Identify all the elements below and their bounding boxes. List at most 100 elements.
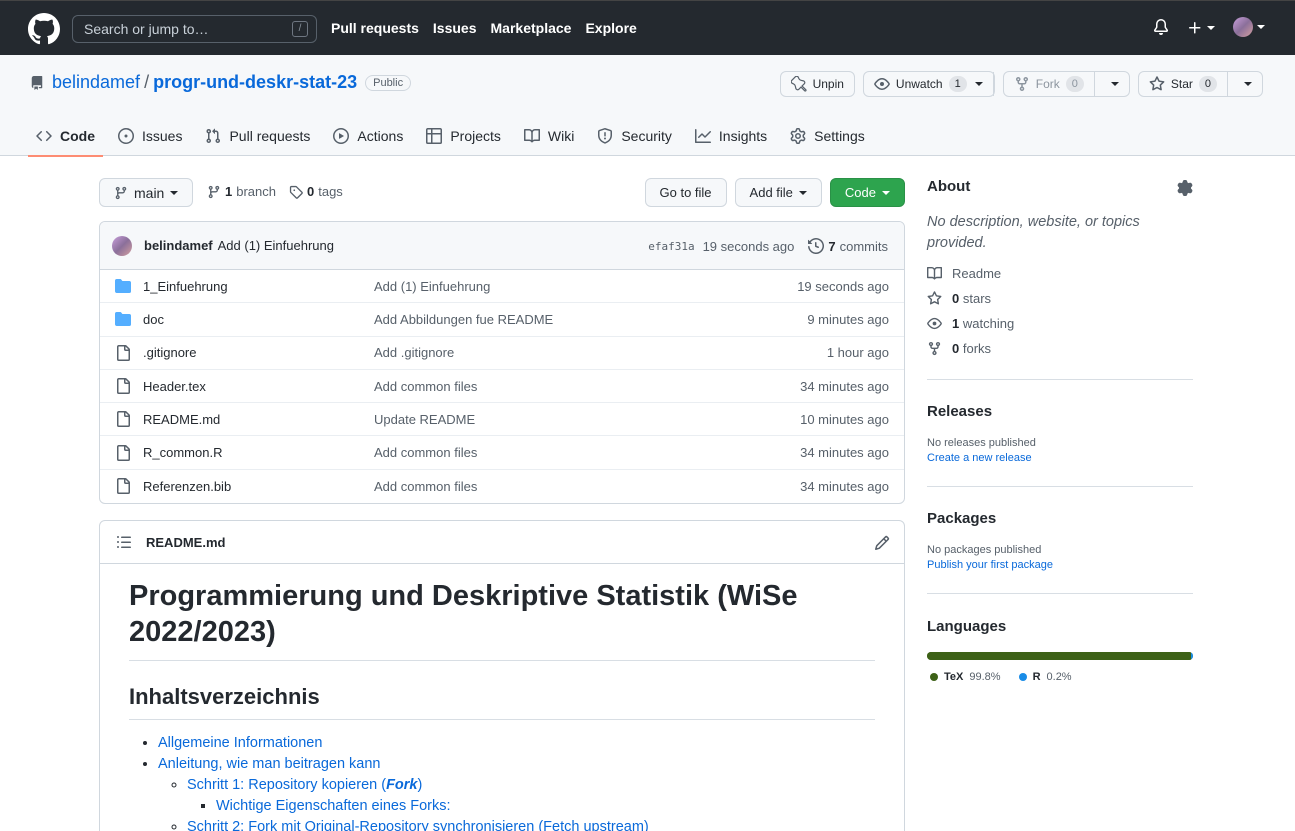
repo-owner-link[interactable]: belindamef (52, 72, 140, 93)
tab-pull-requests[interactable]: Pull requests (197, 115, 318, 156)
file-commit-message[interactable]: Add Abbildungen fue README (374, 312, 553, 327)
global-header: Search or jump to… / Pull requests Issue… (0, 0, 1295, 55)
bell-icon[interactable] (1153, 19, 1169, 35)
file-name[interactable]: README.md (143, 412, 374, 427)
file-age: 34 minutes ago (800, 478, 889, 494)
file-name[interactable]: Referenzen.bib (143, 479, 374, 494)
tab-insights[interactable]: Insights (687, 115, 775, 156)
table-row[interactable]: 1_Einfuehrung Add (1) Einfuehrung 19 secon… (100, 270, 904, 304)
chevron-down-icon (882, 190, 890, 195)
language-color-dot (930, 673, 938, 681)
commit-author[interactable]: belindamef (144, 238, 213, 253)
table-row[interactable]: Header.tex Add common files 34 minutes ago (100, 370, 904, 404)
toc-link[interactable]: Allgemeine Informationen (158, 735, 322, 751)
branches-link[interactable]: 1 branch (207, 184, 276, 199)
tab-wiki[interactable]: Wiki (516, 115, 582, 156)
tab-settings[interactable]: Settings (782, 115, 873, 156)
file-commit-message[interactable]: Add .gitignore (374, 345, 454, 360)
file-commit-message[interactable]: Add common files (374, 379, 477, 394)
toc-link[interactable]: Anleitung, wie man beitragen kann (158, 756, 380, 772)
toc-link[interactable]: Schritt 1: Repository kopieren (Fork) (187, 777, 422, 793)
repo-name-link[interactable]: progr-und-deskr-stat-23 (153, 72, 357, 93)
pencil-icon[interactable] (874, 535, 890, 551)
nav-pull-requests[interactable]: Pull requests (331, 20, 419, 36)
tab-actions[interactable]: Actions (325, 115, 411, 156)
table-row[interactable]: doc Add Abbildungen fue README 9 minutes a… (100, 303, 904, 337)
unpin-button[interactable]: Unpin (779, 71, 855, 97)
file-commit-message[interactable]: Update README (374, 412, 475, 427)
toc-link[interactable]: Wichtige Eigenschaften eines Forks: (216, 798, 451, 814)
file-commit-message[interactable]: Add (1) Einfuehrung (374, 279, 490, 294)
watchers-link[interactable]: 1 watching (927, 316, 1193, 331)
branch-select-button[interactable]: main (99, 178, 194, 207)
nav-marketplace[interactable]: Marketplace (491, 20, 572, 36)
file-commit-message[interactable]: Add common files (374, 479, 477, 494)
stars-link[interactable]: 0 stars (927, 291, 1193, 306)
watch-button[interactable]: Unwatch 1 (862, 71, 995, 97)
releases-title[interactable]: Releases (927, 403, 1193, 420)
file-commit-message[interactable]: Add common files (374, 445, 477, 460)
language-list: TeX 99.8% R 0.2% (927, 668, 1193, 684)
add-file-button[interactable]: Add file (734, 178, 822, 207)
star-button[interactable]: Star 0 (1137, 71, 1263, 97)
file-icon (117, 378, 130, 395)
commit-sha[interactable]: efaf31a (648, 240, 694, 253)
readme-filename[interactable]: README.md (146, 535, 225, 550)
search-input[interactable]: Search or jump to… / (72, 15, 317, 43)
language-bar-segment (927, 652, 1191, 660)
tag-count-label: tags (318, 184, 343, 199)
search-shortcut-key: / (292, 21, 308, 37)
file-name[interactable]: 1_Einfuehrung (143, 279, 374, 294)
file-name[interactable]: doc (143, 312, 374, 327)
table-row[interactable]: .gitignore Add .gitignore 1 hour ago (100, 337, 904, 370)
publish-package-link[interactable]: Publish your first package (927, 559, 1193, 571)
toc-link[interactable]: Schritt 2: Fork mit Original-Repository … (187, 819, 649, 831)
gear-icon[interactable] (1177, 180, 1193, 196)
table-row[interactable]: README.md Update README 10 minutes ago (100, 403, 904, 437)
nav-explore[interactable]: Explore (585, 20, 636, 36)
tab-projects[interactable]: Projects (418, 115, 509, 156)
fork-dropdown[interactable] (1101, 82, 1129, 86)
nav-issues[interactable]: Issues (433, 20, 477, 36)
file-name[interactable]: .gitignore (143, 345, 374, 360)
stars-text: 0 stars (952, 291, 991, 306)
readme-link[interactable]: Readme (927, 266, 1193, 281)
fork-button[interactable]: Fork 0 (1002, 71, 1130, 97)
avatar[interactable] (112, 235, 132, 256)
chevron-down-icon (1257, 25, 1265, 29)
tab-code[interactable]: Code (28, 115, 103, 157)
about-description: No description, website, or topics provi… (927, 214, 1140, 251)
repo-icon (31, 75, 43, 90)
commits-link[interactable]: 7 commits (808, 238, 888, 254)
table-row[interactable]: R_common.R Add common files 34 minutes ago (100, 436, 904, 470)
watch-label: Unwatch (895, 77, 943, 91)
language-item[interactable]: TeX 99.8% (930, 671, 1001, 683)
tab-security[interactable]: Security (589, 115, 680, 156)
tab-issues[interactable]: Issues (110, 115, 190, 156)
file-icon (117, 344, 130, 361)
table-icon (426, 127, 443, 144)
code-button-label: Code (844, 185, 876, 200)
tags-link[interactable]: 0 tags (289, 184, 343, 199)
code-button[interactable]: Code (829, 178, 905, 207)
table-of-contents: Allgemeine Informationen Anleitung, wie … (158, 735, 875, 831)
go-to-file-button[interactable]: Go to file (644, 178, 727, 207)
file-name[interactable]: Header.tex (143, 379, 374, 394)
create-release-link[interactable]: Create a new release (927, 452, 1193, 464)
star-dropdown[interactable] (1234, 82, 1262, 86)
languages-section: Languages TeX 99.8% R 0.2% (927, 594, 1193, 684)
create-new-menu[interactable] (1187, 18, 1215, 35)
file-name[interactable]: R_common.R (143, 445, 374, 460)
packages-title[interactable]: Packages (927, 510, 1193, 527)
github-logo-icon[interactable] (28, 13, 60, 45)
table-row[interactable]: Referenzen.bib Add common files 34 minutes… (100, 470, 904, 503)
language-name: TeX (944, 671, 964, 683)
commit-message[interactable]: Add (1) Einfuehrung (218, 238, 334, 253)
user-menu[interactable] (1233, 17, 1265, 37)
language-percent: 99.8% (969, 671, 1001, 683)
forks-link[interactable]: 0 forks (927, 341, 1193, 356)
language-color-dot (1018, 673, 1027, 681)
file-list: belindamef Add (1) Einfuehrung efaf31a 1… (99, 221, 905, 504)
language-item[interactable]: R 0.2% (1018, 671, 1072, 683)
list-icon[interactable] (116, 534, 132, 550)
